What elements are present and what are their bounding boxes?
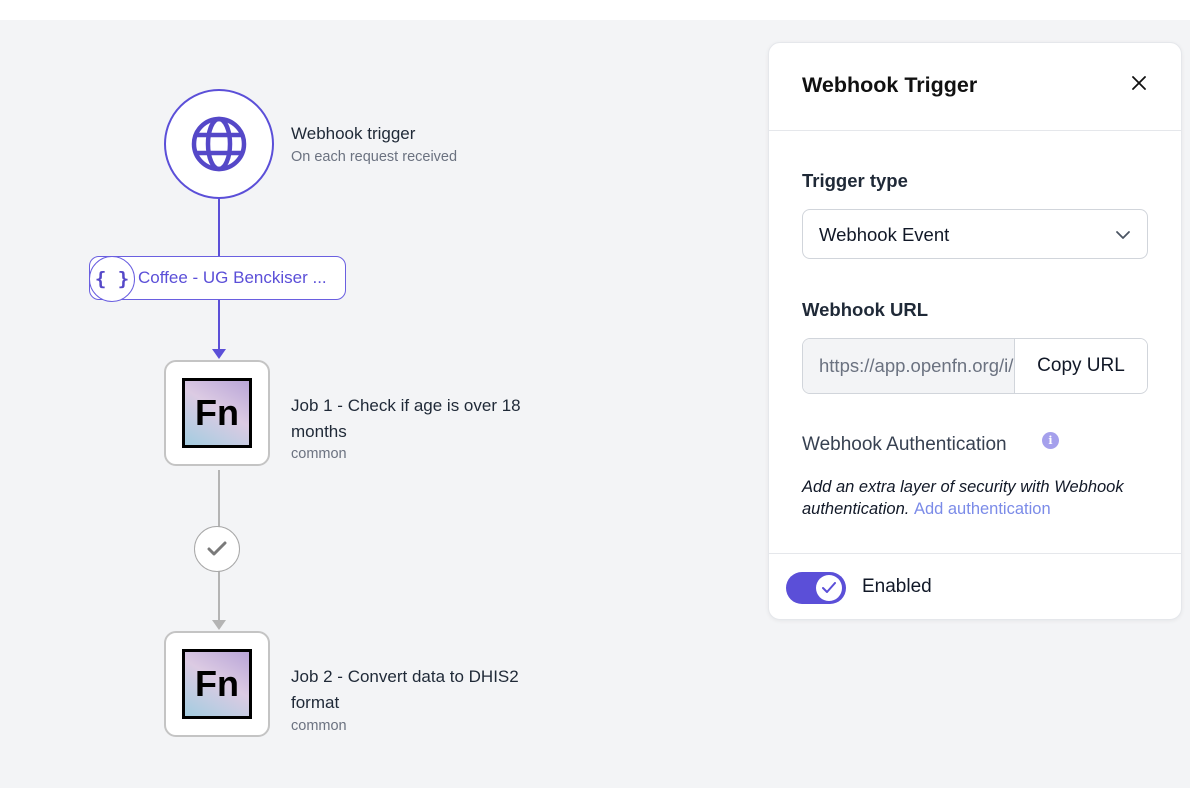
- webhook-auth-label: Webhook Authentication: [802, 434, 1007, 455]
- webhook-url-group: Copy URL: [802, 338, 1148, 394]
- chevron-down-icon: [1116, 231, 1130, 239]
- edge-label-text: Coffee - UG Benckiser ...: [138, 268, 327, 287]
- edge-arrowhead-job2: [212, 620, 226, 630]
- trigger-settings-panel: Webhook Trigger Trigger type Webhook Eve…: [768, 42, 1182, 620]
- info-icon[interactable]: i: [1042, 432, 1059, 449]
- edge-condition-label[interactable]: { } Coffee - UG Benckiser ...: [89, 256, 346, 302]
- check-icon: [822, 582, 836, 593]
- trigger-type-value: Webhook Event: [819, 224, 950, 245]
- enabled-label: Enabled: [862, 576, 932, 597]
- enabled-toggle[interactable]: [786, 572, 846, 604]
- trigger-type-label: Trigger type: [802, 170, 908, 191]
- auth-description: Add an extra layer of security with Webh…: [802, 476, 1162, 520]
- fn-adaptor-logo: Fn: [182, 649, 252, 719]
- globe-icon: [191, 116, 247, 172]
- edge-arrowhead-job1: [212, 349, 226, 359]
- add-authentication-link[interactable]: Add authentication: [914, 500, 1051, 518]
- fn-adaptor-logo: Fn: [182, 378, 252, 448]
- job-2-adaptor: common: [291, 718, 347, 734]
- job-node-1[interactable]: Fn: [164, 360, 270, 466]
- job-2-title-line2: format: [291, 693, 340, 712]
- trigger-node[interactable]: [164, 89, 274, 199]
- edge-condition-node[interactable]: [194, 526, 240, 572]
- trigger-subtitle: On each request received: [291, 149, 458, 165]
- trigger-type-select[interactable]: Webhook Event: [802, 209, 1148, 259]
- job-node-2[interactable]: Fn: [164, 631, 270, 737]
- webhook-url-label: Webhook URL: [802, 299, 929, 320]
- checkmark-icon: [207, 541, 227, 556]
- trigger-title: Webhook trigger: [291, 124, 416, 143]
- job-1-title-line1: Job 1 - Check if age is over 18: [291, 396, 521, 415]
- panel-title: Webhook Trigger: [802, 73, 978, 97]
- copy-url-button[interactable]: Copy URL: [1014, 339, 1147, 393]
- close-button[interactable]: [1127, 71, 1151, 95]
- footer-divider: [769, 553, 1181, 554]
- job-2-title-line1: Job 2 - Convert data to DHIS2: [291, 667, 519, 686]
- toggle-knob: [816, 575, 842, 601]
- job-1-adaptor: common: [291, 446, 347, 462]
- braces-icon: { }: [89, 256, 135, 302]
- webhook-url-input[interactable]: [803, 339, 1014, 393]
- job-1-title-line2: months: [291, 422, 347, 441]
- close-icon: [1132, 76, 1146, 90]
- header-divider: [769, 130, 1181, 131]
